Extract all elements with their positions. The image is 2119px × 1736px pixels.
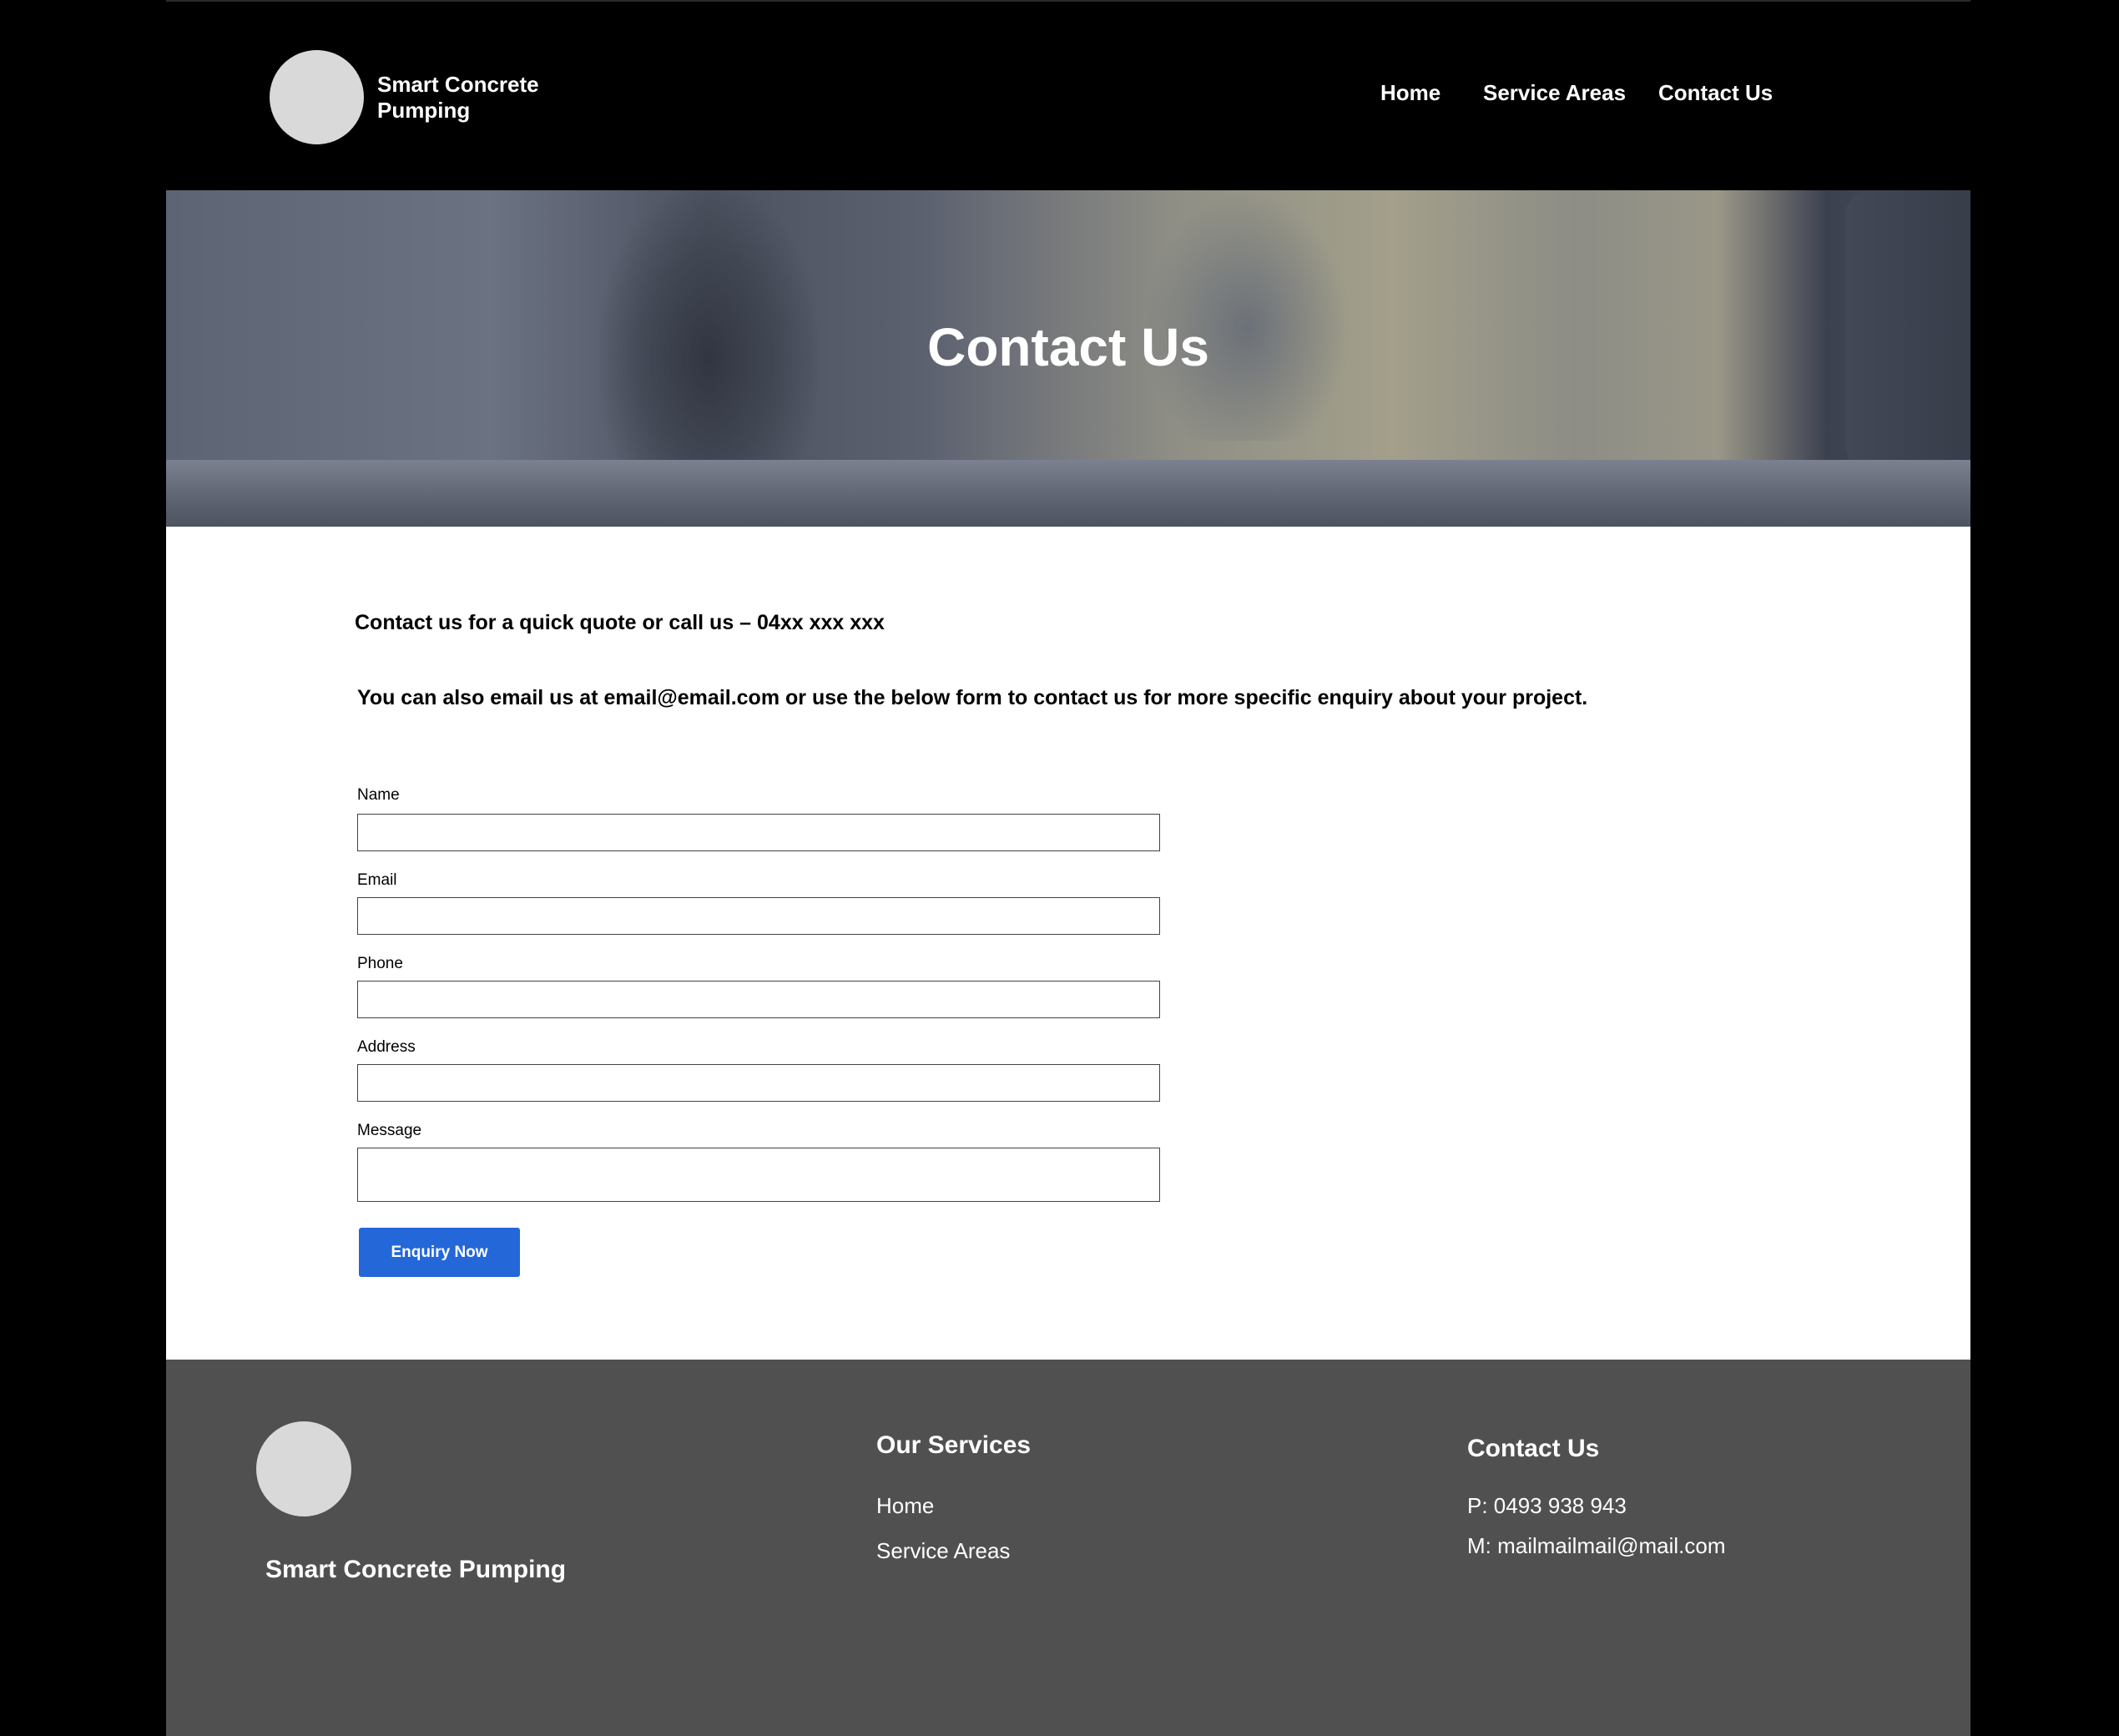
footer-logo-placeholder — [256, 1421, 351, 1516]
phone-field[interactable] — [357, 981, 1160, 1018]
site-footer: Smart Concrete Pumping Our Services Home… — [166, 1360, 1970, 1736]
site-header: Smart Concrete Pumping Home Service Area… — [166, 0, 1970, 190]
hero-ground — [166, 460, 1970, 527]
footer-phone: P: 0493 938 943 — [1467, 1493, 1627, 1518]
message-field[interactable] — [357, 1148, 1160, 1202]
nav-service-areas-link[interactable]: Service Areas — [1483, 80, 1626, 105]
page: Smart Concrete Pumping Home Service Area… — [166, 0, 1970, 1736]
name-field[interactable] — [357, 814, 1160, 851]
contact-content: Contact us for a quick quote or call us … — [166, 527, 1970, 1360]
hero-title: Contact Us — [927, 317, 1209, 377]
phone-label: Phone — [357, 955, 403, 972]
message-label: Message — [357, 1122, 422, 1139]
address-label: Address — [357, 1038, 416, 1056]
name-label: Name — [357, 786, 400, 804]
nav-contact-us-link[interactable]: Contact Us — [1658, 80, 1773, 105]
enquiry-now-button[interactable]: Enquiry Now — [359, 1228, 520, 1277]
footer-service-areas-link[interactable]: Service Areas — [876, 1538, 1010, 1563]
logo-text-line2: Pumping — [377, 98, 471, 123]
logo-text-line1: Smart Concrete — [377, 72, 539, 97]
footer-contact-heading: Contact Us — [1467, 1435, 1600, 1462]
footer-services-heading: Our Services — [876, 1431, 1032, 1459]
intro-quote-text: Contact us for a quick quote or call us … — [355, 611, 885, 634]
intro-email-text: You can also email us at email@email.com… — [357, 686, 1588, 709]
nav-home-link[interactable]: Home — [1380, 80, 1440, 105]
hero-banner: Contact Us — [166, 190, 1970, 527]
email-label: Email — [357, 871, 397, 889]
footer-home-link[interactable]: Home — [876, 1493, 934, 1518]
address-field[interactable] — [357, 1064, 1160, 1102]
footer-brand-name: Smart Concrete Pumping — [265, 1556, 567, 1583]
footer-mail: M: mailmailmail@mail.com — [1467, 1533, 1726, 1558]
site-logo-text[interactable]: Smart Concrete Pumping — [377, 72, 578, 124]
email-field[interactable] — [357, 897, 1160, 935]
logo-placeholder[interactable] — [270, 50, 364, 144]
